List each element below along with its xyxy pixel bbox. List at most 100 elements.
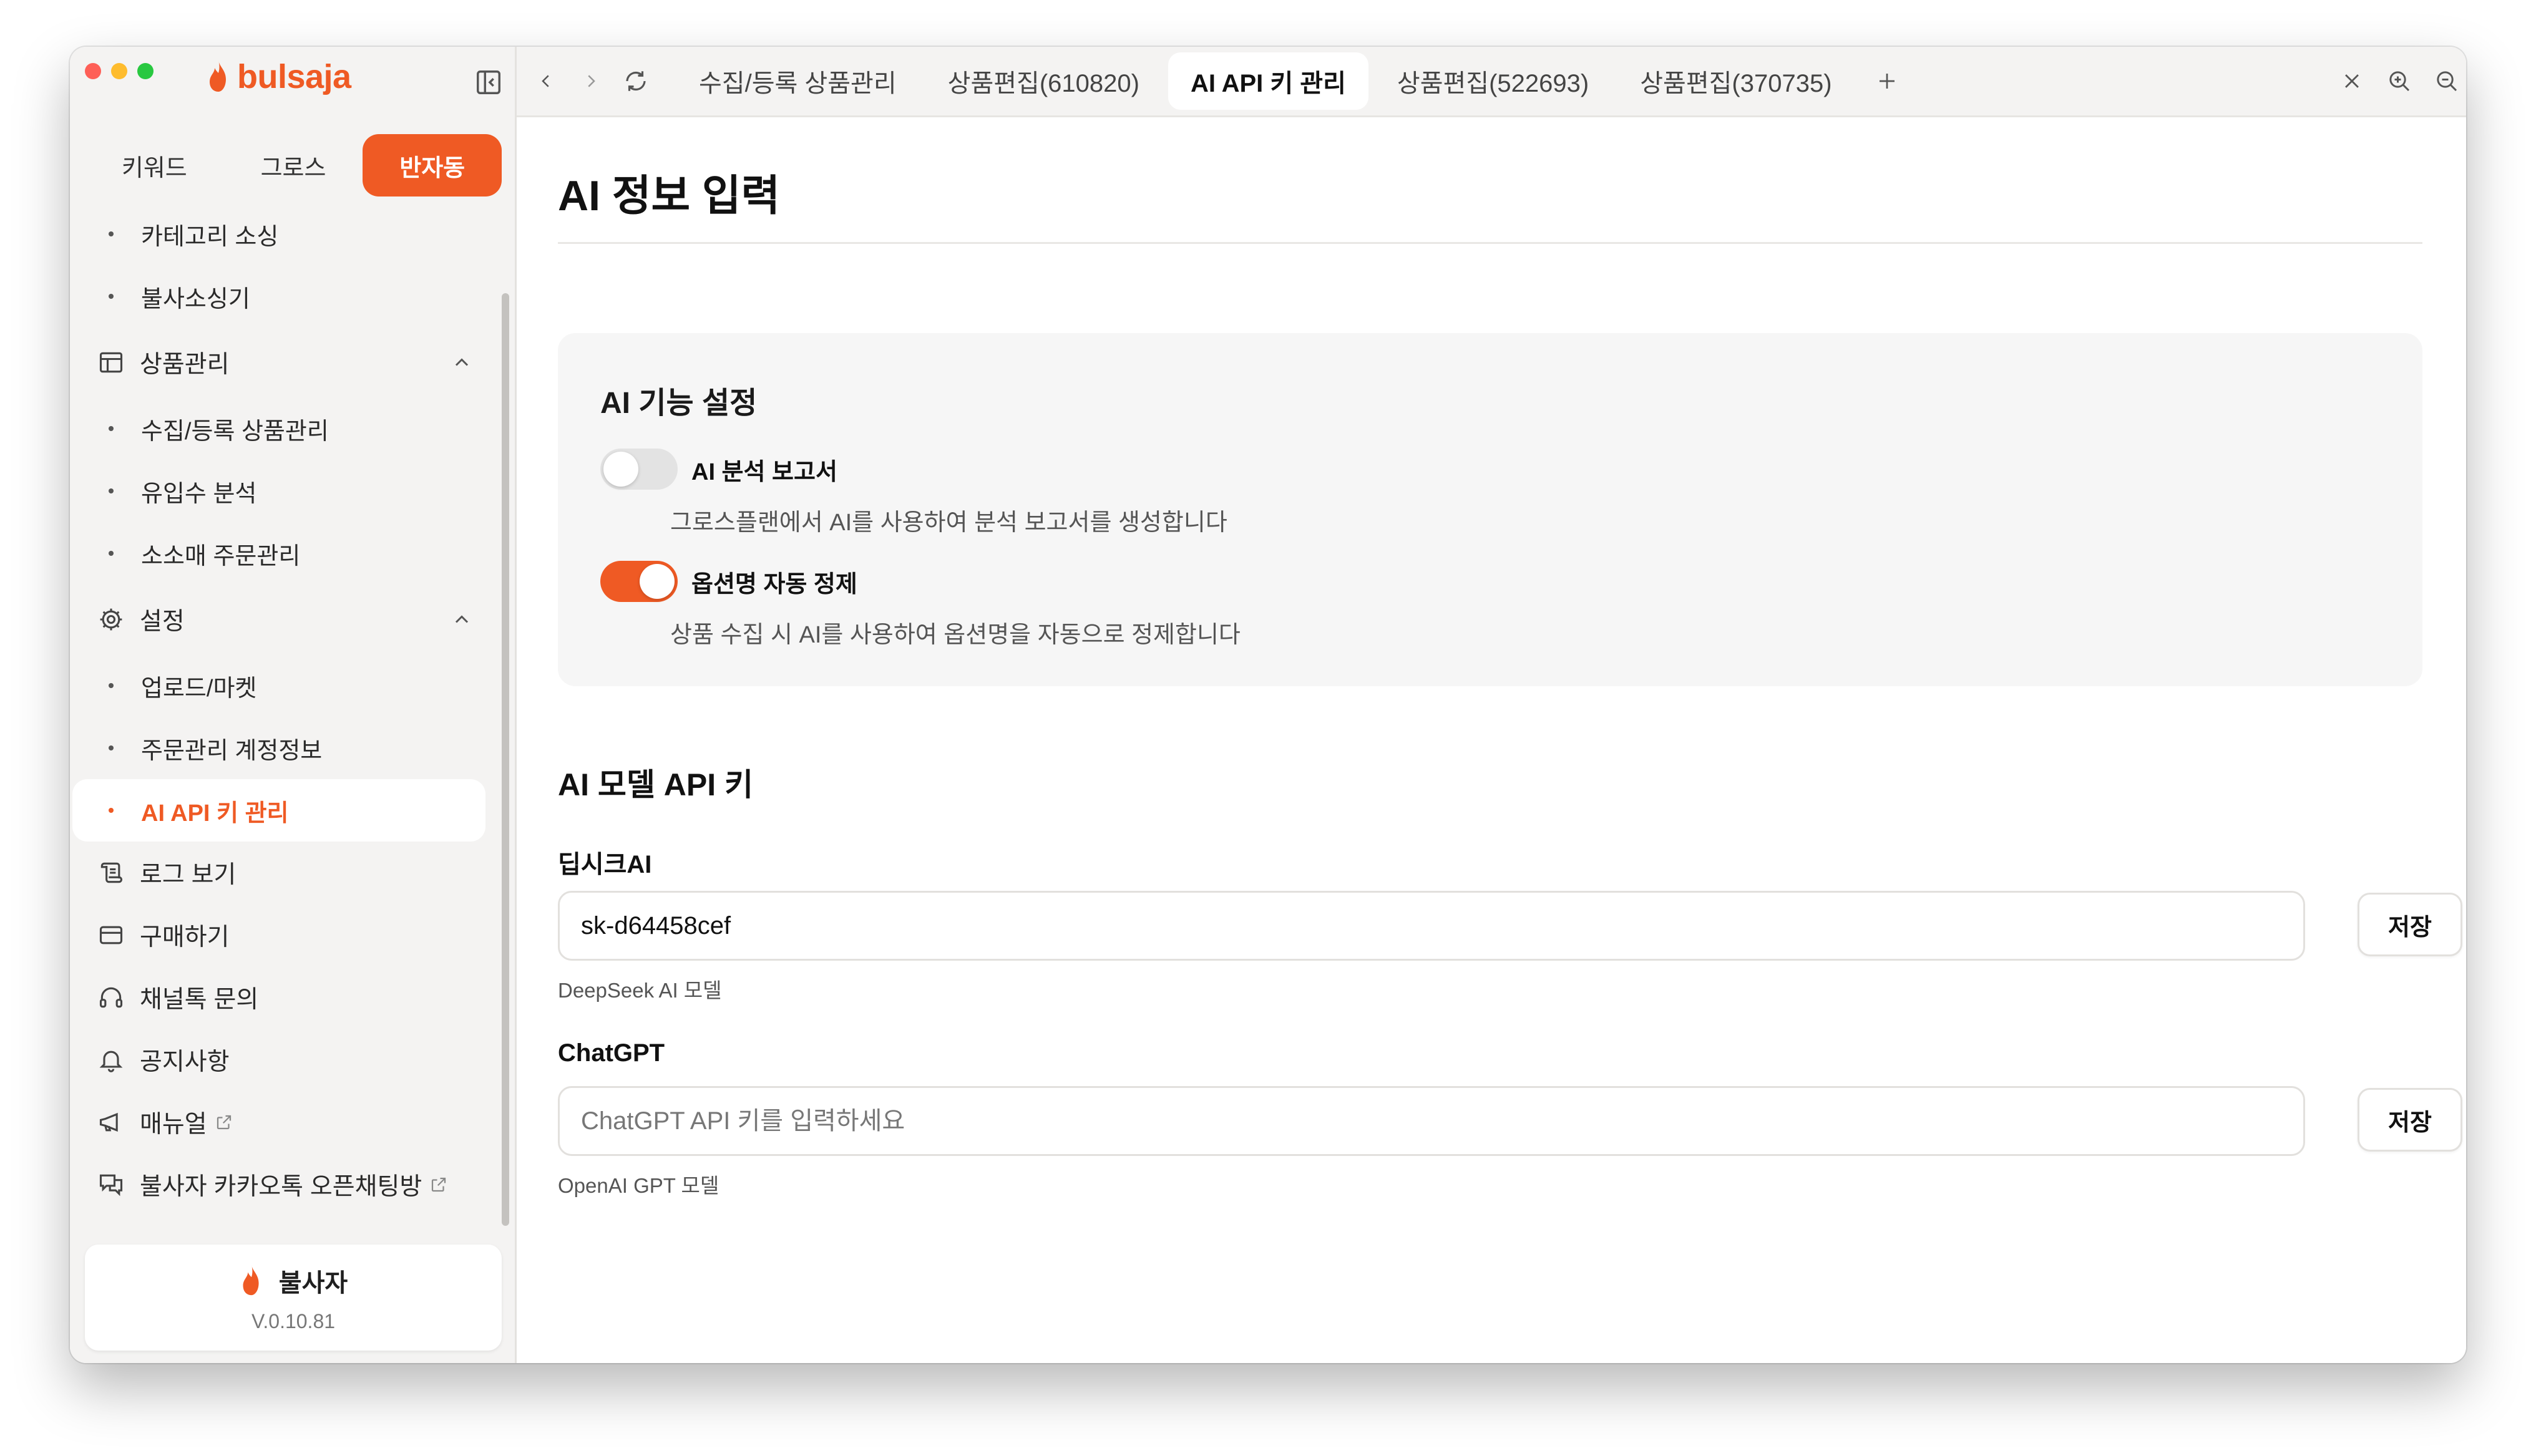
sidebar-item-label: 카테고리 소싱 bbox=[141, 223, 279, 250]
app-window: bulsaja 키워드 그로스 반자동 카테고리 소싱 불사소싱기 상품관리 수… bbox=[70, 47, 2466, 1363]
bullet-icon bbox=[109, 683, 114, 688]
mode-tab-semiauto[interactable]: 반자동 bbox=[363, 134, 502, 197]
tab-edit-522693[interactable]: 상품편집(522693) bbox=[1375, 52, 1611, 110]
add-tab-icon[interactable] bbox=[1870, 64, 1904, 99]
deepseek-help-text: DeepSeek AI 모델 bbox=[558, 979, 722, 1002]
toggle-knob bbox=[603, 452, 638, 487]
external-link-icon bbox=[217, 1115, 231, 1130]
ai-report-label: AI 분석 보고서 bbox=[691, 459, 837, 485]
sidebar-nav: 카테고리 소싱 불사소싱기 상품관리 수집/등록 상품관리 유입수 분석 소소매… bbox=[70, 203, 500, 1216]
sidebar-item-label: 구매하기 bbox=[140, 924, 230, 951]
sidebar-item-upload-market[interactable]: 업로드/마켓 bbox=[72, 654, 485, 717]
app-name: 불사자 bbox=[278, 1269, 348, 1297]
scroll-icon bbox=[100, 862, 123, 883]
mode-tab-keyword[interactable]: 키워드 bbox=[85, 134, 224, 197]
deepseek-save-button[interactable]: 저장 bbox=[2358, 893, 2462, 956]
sidebar: bulsaja 키워드 그로스 반자동 카테고리 소싱 불사소싱기 상품관리 수… bbox=[70, 47, 517, 1363]
bullet-icon bbox=[109, 551, 114, 556]
sidebar-item-notice[interactable]: 공지사항 bbox=[70, 1029, 500, 1091]
app-info-card: 불사자 V.0.10.81 bbox=[85, 1245, 502, 1351]
sidebar-item-label: 불사자 카카오톡 오픈채팅방 bbox=[140, 1173, 422, 1200]
bullet-icon bbox=[109, 488, 114, 493]
sidebar-item-category-sourcing[interactable]: 카테고리 소싱 bbox=[72, 203, 485, 265]
zoom-out-icon[interactable] bbox=[2431, 66, 2462, 97]
tab-product-list[interactable]: 수집/등록 상품관리 bbox=[676, 52, 919, 110]
deepseek-label: 딥시크AI bbox=[558, 851, 652, 878]
close-window-button[interactable] bbox=[85, 63, 101, 79]
window-controls bbox=[85, 63, 154, 79]
zoom-in-icon[interactable] bbox=[2384, 66, 2415, 97]
toggle-row-ai-report: AI 분석 보고서 bbox=[600, 449, 837, 490]
ai-report-description: 그로스플랜에서 AI를 사용하여 분석 보고서를 생성합니다 bbox=[670, 510, 1227, 536]
external-link-icon bbox=[432, 1177, 446, 1192]
ai-settings-title: AI 기능 설정 bbox=[600, 387, 758, 420]
sidebar-item-purchase[interactable]: 구매하기 bbox=[70, 904, 500, 966]
sidebar-item-manual[interactable]: 매뉴얼 bbox=[70, 1091, 500, 1153]
brand-name: bulsaja bbox=[237, 58, 351, 95]
sidebar-item-ai-api-key[interactable]: AI API 키 관리 bbox=[72, 779, 485, 842]
bullet-icon bbox=[109, 745, 114, 750]
sidebar-item-label: 소소매 주문관리 bbox=[141, 543, 301, 570]
mode-tab-growth[interactable]: 그로스 bbox=[224, 134, 363, 197]
bullet-icon bbox=[109, 808, 114, 813]
bell-icon bbox=[99, 1051, 123, 1072]
chevron-up-icon[interactable] bbox=[451, 351, 473, 374]
sidebar-group-product-management[interactable]: 상품관리 bbox=[70, 328, 500, 397]
ai-settings-card: AI 기능 설정 AI 분석 보고서 그로스플랜에서 AI를 사용하여 분석 보… bbox=[558, 333, 2422, 686]
title-divider bbox=[558, 242, 2422, 244]
sidebar-item-logs[interactable]: 로그 보기 bbox=[70, 842, 500, 904]
sidebar-item-label: 공지사항 bbox=[140, 1049, 230, 1075]
ai-report-toggle[interactable] bbox=[600, 449, 678, 490]
sidebar-item-product-list[interactable]: 수집/등록 상품관리 bbox=[72, 397, 485, 460]
headset-icon bbox=[99, 987, 123, 1008]
chevron-up-icon[interactable] bbox=[451, 608, 473, 631]
back-icon[interactable] bbox=[530, 66, 562, 97]
chatgpt-save-button[interactable]: 저장 bbox=[2358, 1088, 2462, 1152]
chatgpt-help-text: OpenAI GPT 모델 bbox=[558, 1174, 719, 1197]
bullet-icon bbox=[109, 231, 114, 236]
chat-icon bbox=[99, 1174, 123, 1196]
flame-icon bbox=[243, 1264, 259, 1295]
sidebar-item-retail-orders[interactable]: 소소매 주문관리 bbox=[72, 522, 485, 585]
tab-edit-610820[interactable]: 상품편집(610820) bbox=[925, 52, 1162, 110]
sidebar-item-bulsa-sourcing[interactable]: 불사소싱기 bbox=[72, 265, 485, 328]
sidebar-scrollbar[interactable] bbox=[502, 293, 509, 1226]
sidebar-item-kakao-openchat[interactable]: 불사자 카카오톡 오픈채팅방 bbox=[70, 1153, 500, 1216]
chatgpt-api-key-input[interactable] bbox=[558, 1086, 2305, 1156]
sidebar-group-label: 상품관리 bbox=[140, 351, 230, 378]
tab-edit-370735[interactable]: 상품편집(370735) bbox=[1617, 52, 1854, 110]
maximize-window-button[interactable] bbox=[137, 63, 154, 79]
chatgpt-label: ChatGPT bbox=[558, 1039, 665, 1067]
sidebar-item-label: 채널톡 문의 bbox=[140, 986, 259, 1013]
sidebar-group-label: 설정 bbox=[140, 608, 185, 635]
sidebar-group-settings[interactable]: 설정 bbox=[70, 585, 500, 654]
tab-ai-api-key[interactable]: AI API 키 관리 bbox=[1168, 52, 1368, 110]
table-icon bbox=[99, 352, 123, 373]
forward-icon[interactable] bbox=[575, 66, 607, 97]
toggle-row-option-cleanup: 옵션명 자동 정제 bbox=[600, 561, 857, 602]
sidebar-item-order-account[interactable]: 주문관리 계정정보 bbox=[72, 717, 485, 779]
close-icon[interactable] bbox=[2336, 66, 2368, 97]
option-cleanup-label: 옵션명 자동 정제 bbox=[691, 571, 857, 598]
deepseek-api-key-input[interactable] bbox=[558, 891, 2305, 961]
window-tools bbox=[2336, 66, 2462, 97]
option-cleanup-toggle[interactable] bbox=[600, 561, 678, 602]
sidebar-item-label: 주문관리 계정정보 bbox=[141, 737, 323, 764]
megaphone-icon bbox=[99, 1112, 118, 1132]
brand-logo: bulsaja bbox=[206, 59, 351, 94]
gear-icon bbox=[100, 608, 122, 631]
sidebar-item-label: 불사소싱기 bbox=[141, 286, 250, 313]
sidebar-item-channel-talk[interactable]: 채널톡 문의 bbox=[70, 966, 500, 1029]
minimize-window-button[interactable] bbox=[111, 63, 127, 79]
page-title: AI 정보 입력 bbox=[558, 172, 781, 220]
refresh-icon[interactable] bbox=[620, 66, 651, 97]
sidebar-item-label: 매뉴얼 bbox=[140, 1111, 207, 1138]
toggle-knob bbox=[640, 564, 675, 599]
main-content: AI 정보 입력 AI 기능 설정 AI 분석 보고서 그로스플랜에서 AI를 … bbox=[517, 117, 2466, 1363]
sidebar-item-traffic-analysis[interactable]: 유입수 분석 bbox=[72, 460, 485, 522]
bullet-icon bbox=[109, 294, 114, 299]
mode-tabs: 키워드 그로스 반자동 bbox=[85, 134, 502, 197]
option-cleanup-description: 상품 수집 시 AI를 사용하여 옵션명을 자동으로 정제합니다 bbox=[670, 622, 1241, 648]
sidebar-collapse-icon[interactable] bbox=[474, 68, 503, 97]
sidebar-item-label: 로그 보기 bbox=[140, 861, 237, 888]
